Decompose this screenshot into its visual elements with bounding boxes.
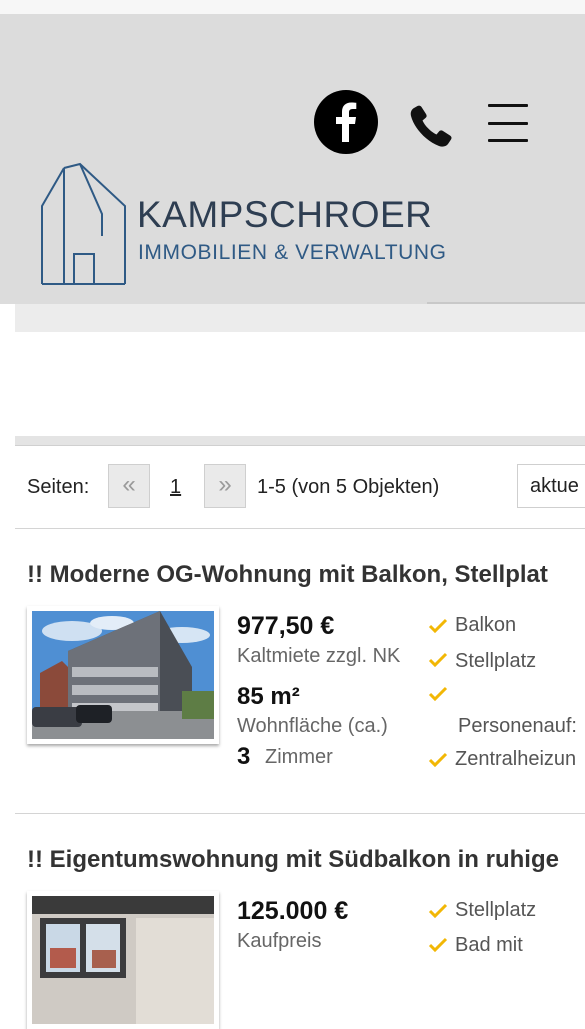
listing-price: 977,50 € xyxy=(237,612,335,640)
feature-item: Stellplatz xyxy=(455,650,537,672)
checkmark-icon xyxy=(428,903,448,919)
feature-item: Stellplatz xyxy=(455,899,537,921)
phone-icon[interactable] xyxy=(408,104,454,150)
prev-page-button[interactable]: « xyxy=(108,464,150,508)
sub-navigation-bar xyxy=(15,304,585,332)
house-logo-icon xyxy=(40,162,128,286)
sort-select[interactable]: aktue xyxy=(517,464,585,508)
price-label: Kaltmiete zzgl. NK xyxy=(237,645,401,667)
logo-subtitle: IMMOBILIEN & VERWALTUNG xyxy=(138,241,447,264)
checkmark-icon xyxy=(428,752,448,768)
pagination-divider xyxy=(15,436,585,445)
hamburger-menu-icon[interactable] xyxy=(486,102,530,144)
checkmark-icon xyxy=(428,686,448,702)
checkmark-icon xyxy=(428,618,448,634)
checkmark-icon xyxy=(428,937,448,953)
room-count: 3 xyxy=(237,743,251,770)
checkmark-icon xyxy=(428,652,448,668)
logo-name: KAMPSCHROER xyxy=(137,194,433,235)
next-page-button[interactable]: » xyxy=(204,464,246,508)
feature-item: Zentralheizun xyxy=(455,748,577,770)
listing-photo[interactable] xyxy=(27,891,219,1029)
pagination-divider-line xyxy=(15,445,585,446)
living-area: 85 m² xyxy=(237,683,300,710)
status-strip xyxy=(0,0,585,14)
listing-photo[interactable] xyxy=(27,606,219,744)
feature-item: Balkon xyxy=(455,614,517,636)
listing-title[interactable]: !! Eigentumswohnung mit Südbalkon in ruh… xyxy=(27,846,559,874)
listing-price: 125.000 € xyxy=(237,897,349,925)
site-header: KAMPSCHROER IMMOBILIEN & VERWALTUNG xyxy=(0,14,585,304)
results-range: 1-5 (von 5 Objekten) xyxy=(257,476,440,498)
feature-item: Bad mit xyxy=(455,934,523,956)
divider xyxy=(15,528,585,529)
area-label: Wohnfläche (ca.) xyxy=(237,715,388,737)
pages-label: Seiten: xyxy=(27,476,90,498)
listing-title[interactable]: !! Moderne OG-Wohnung mit Balkon, Stellp… xyxy=(27,561,548,589)
feature-item: Personenauf: xyxy=(458,715,577,737)
facebook-icon[interactable] xyxy=(314,90,378,154)
rooms-label: Zimmer xyxy=(265,746,333,768)
price-label: Kaufpreis xyxy=(237,930,322,952)
page-number-link[interactable]: 1 xyxy=(170,476,181,499)
divider xyxy=(15,813,585,814)
